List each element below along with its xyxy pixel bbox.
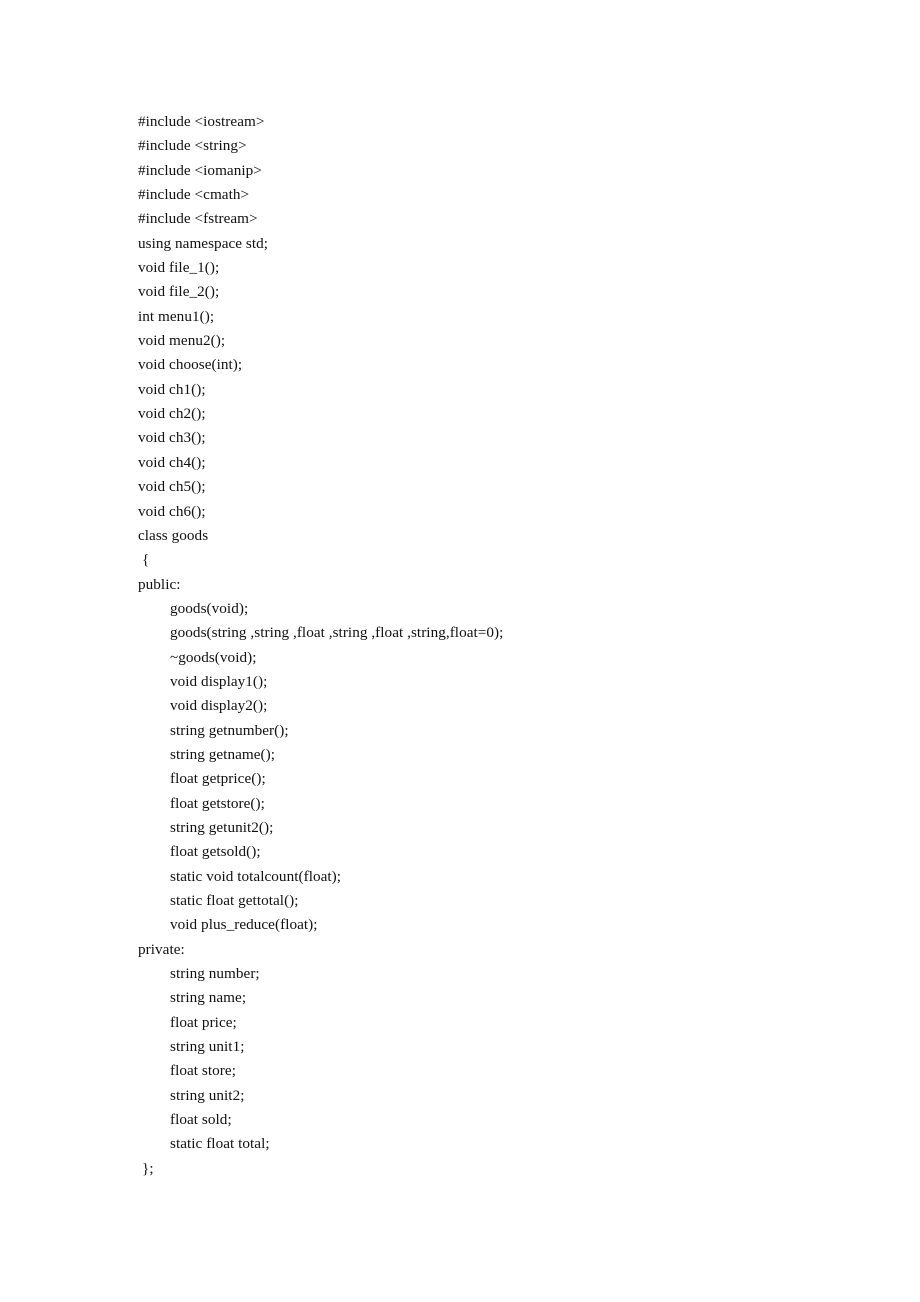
code-line: void display1(); [170,672,268,690]
code-line: void ch5(); [138,478,206,496]
code-line: float getsold(); [170,843,261,861]
code-line: void ch2(); [138,405,206,423]
code-line: string unit2; [170,1086,245,1104]
code-line: private: [138,940,185,958]
code-line: string getunit2(); [170,818,274,836]
code-line: string number; [170,965,260,983]
code-line: public: [138,575,181,593]
code-line: goods(void); [170,599,249,617]
code-line: void ch3(); [138,429,206,447]
code-line: void plus_reduce(float); [170,916,318,934]
code-line: static void totalcount(float); [170,867,342,885]
code-line: goods(string ,string ,float ,string ,flo… [170,624,504,642]
code-line: #include <cmath> [138,186,250,204]
code-line: string unit1; [170,1038,245,1056]
document-page: #include <iostream> #include <string> #inc… [0,0,920,1302]
code-line: void menu2(); [138,332,226,350]
code-line: ~goods(void); [170,648,257,666]
code-line: static float total; [170,1135,270,1153]
code-line: int menu1(); [138,307,215,325]
code-line: float store; [170,1062,236,1080]
code-line: float getstore(); [170,794,265,812]
code-line: void file_2(); [138,283,220,301]
code-line: void ch1(); [138,380,206,398]
code-line: float price; [170,1013,237,1031]
code-line: { [142,551,150,569]
code-line: }; [142,1159,154,1177]
code-line: string getname(); [170,745,276,763]
code-line: void file_1(); [138,259,220,277]
code-line: float getprice(); [170,770,266,788]
code-line: string name; [170,989,247,1007]
code-line: #include <string> [138,137,247,155]
code-line: static float gettotal(); [170,892,299,909]
code-line: #include <iomanip> [138,161,262,179]
code-line: class goods [138,526,209,544]
code-line: void choose(int); [138,356,243,374]
code-line: string getnumber(); [170,721,289,739]
code-line: void display2(); [170,697,268,715]
code-line: #include <iostream> [138,113,265,130]
code-line: void ch4(); [138,453,206,471]
code-line: void ch6(); [138,502,206,520]
code-line: #include <fstream> [138,210,258,228]
code-line: using namespace std; [138,234,269,252]
code-line: float sold; [170,1111,232,1129]
code-listing: #include <iostream> #include <string> #inc… [138,110,778,1181]
